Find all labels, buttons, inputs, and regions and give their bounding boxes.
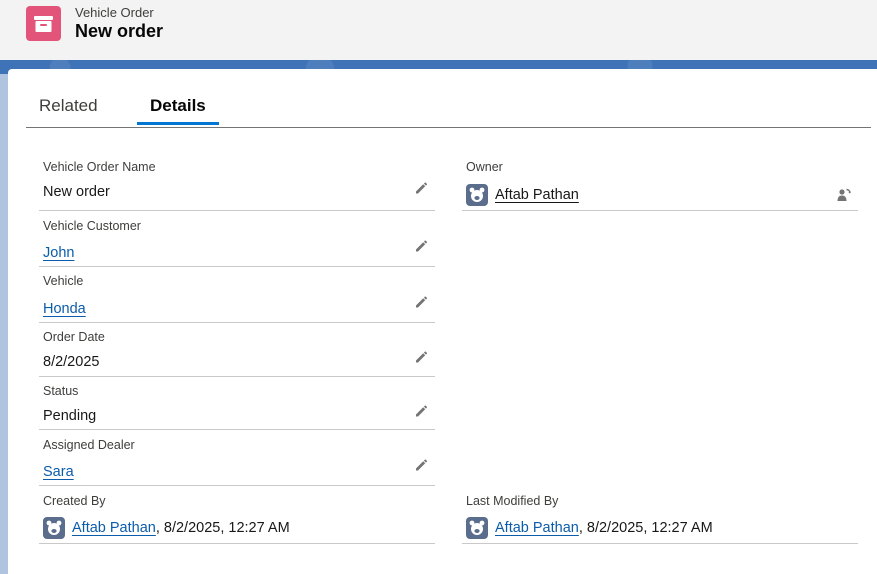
field-status: Status Pending	[39, 376, 435, 430]
field-vehicle-order-name: Vehicle Order Name New order	[39, 154, 435, 211]
pencil-icon[interactable]	[413, 180, 429, 196]
field-label: Vehicle	[43, 274, 84, 288]
owner-user-link[interactable]: Aftab Pathan	[495, 187, 579, 203]
last-modified-by-user: Aftab Pathan, 8/2/2025, 12:27 AM	[495, 520, 713, 536]
change-owner-icon[interactable]	[836, 187, 852, 203]
last-modified-by-user-link[interactable]: Aftab Pathan	[495, 520, 579, 536]
vehicle-link[interactable]: Honda	[43, 301, 86, 317]
pencil-icon[interactable]	[413, 457, 429, 473]
vehicle-customer-link[interactable]: John	[43, 245, 74, 261]
archive-box-icon	[26, 6, 61, 41]
user-avatar-icon	[43, 517, 65, 539]
field-label: Order Date	[43, 330, 105, 344]
field-created-by: Created By Aftab Pathan, 8/2/2025, 12:27…	[39, 485, 435, 544]
object-label: Vehicle Order	[75, 5, 154, 20]
created-by-user-link[interactable]: Aftab Pathan	[72, 520, 156, 536]
field-vehicle: Vehicle Honda	[39, 266, 435, 323]
field-owner: Owner Aftab Pathan	[462, 154, 858, 211]
field-value: 8/2/2025	[43, 354, 100, 370]
tab-related[interactable]: Related	[39, 96, 98, 116]
field-vehicle-customer: Vehicle Customer John	[39, 210, 435, 267]
field-label: Last Modified By	[466, 494, 559, 508]
tab-selected-indicator	[137, 122, 219, 125]
field-last-modified-by: Last Modified By Aftab Pathan, 8/2/2025,…	[462, 485, 858, 544]
field-label: Status	[43, 384, 79, 398]
tab-bar: Related Details	[26, 69, 871, 128]
field-value: Pending	[43, 408, 97, 424]
page-title: New order	[75, 21, 164, 41]
pencil-icon[interactable]	[413, 349, 429, 365]
field-value: New order	[43, 184, 110, 200]
field-label: Assigned Dealer	[43, 438, 135, 452]
tab-details[interactable]: Details	[150, 96, 206, 116]
field-label: Vehicle Order Name	[43, 160, 156, 174]
pencil-icon[interactable]	[413, 294, 429, 310]
page-header: Vehicle Order New order	[0, 0, 877, 61]
field-order-date: Order Date 8/2/2025	[39, 322, 435, 377]
created-by-date: , 8/2/2025, 12:27 AM	[155, 520, 290, 536]
field-label: Owner	[466, 160, 503, 174]
user-avatar-icon	[466, 184, 488, 206]
record-detail-card: Related Details Vehicle Order Name New o…	[8, 69, 877, 574]
field-assigned-dealer: Assigned Dealer Sara	[39, 429, 435, 486]
field-label: Created By	[43, 494, 106, 508]
pencil-icon[interactable]	[413, 403, 429, 419]
last-modified-by-date: , 8/2/2025, 12:27 AM	[578, 520, 713, 536]
assigned-dealer-link[interactable]: Sara	[43, 464, 74, 480]
created-by-user: Aftab Pathan, 8/2/2025, 12:27 AM	[72, 520, 290, 536]
user-avatar-icon	[466, 517, 488, 539]
field-label: Vehicle Customer	[43, 219, 141, 233]
pencil-icon[interactable]	[413, 238, 429, 254]
